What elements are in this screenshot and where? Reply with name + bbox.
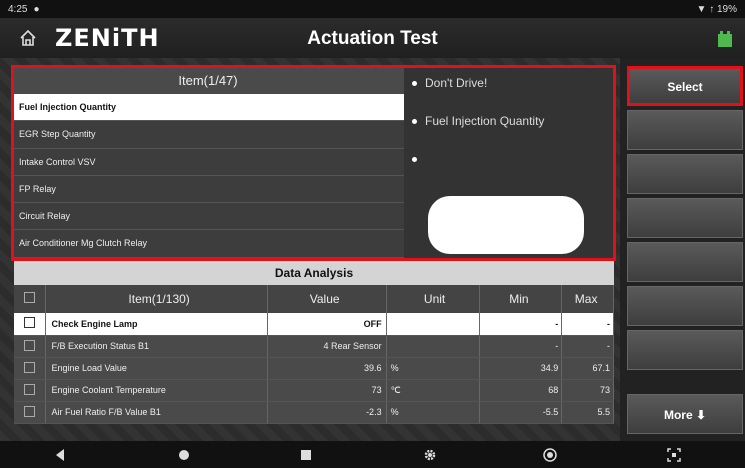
battery-status: ▼ ↑ 19% — [696, 3, 737, 15]
table-row[interactable]: Engine Load Value 39.6 % 34.9 67.1 — [14, 357, 614, 380]
select-button[interactable]: Select — [627, 66, 743, 106]
row-max: 67.1 — [561, 357, 614, 380]
app-header: ZENiTH Actuation Test — [0, 18, 745, 58]
home-nav-icon[interactable] — [176, 447, 192, 463]
row-max: - — [561, 335, 614, 358]
vehicle-battery-icon — [718, 31, 732, 47]
status-time: 4:25 — [8, 3, 28, 15]
recent-apps-icon[interactable] — [298, 447, 314, 463]
row-max: 73 — [561, 379, 614, 402]
screenshot-icon[interactable] — [666, 447, 682, 463]
vci-icon[interactable] — [542, 447, 558, 463]
row-unit — [386, 335, 480, 358]
row-min: - — [479, 335, 563, 358]
row-unit — [386, 313, 480, 336]
row-checkbox[interactable] — [23, 361, 35, 373]
side-button-7[interactable] — [627, 330, 743, 370]
row-max: - — [561, 313, 614, 336]
select-all-checkbox[interactable] — [14, 285, 46, 313]
row-item: Engine Coolant Temperature — [45, 379, 268, 402]
row-value: 39.6 — [267, 357, 387, 380]
table-row[interactable]: Engine Coolant Temperature 73 ℃ 68 73 — [14, 379, 614, 402]
row-item: Air Fuel Ratio F/B Value B1 — [45, 401, 268, 424]
column-header-value: Value — [267, 285, 387, 313]
row-item: Check Engine Lamp — [45, 313, 268, 336]
side-button-panel: F1 Select More ⬇ — [620, 58, 745, 441]
page-title: Actuation Test — [307, 28, 438, 49]
more-button[interactable]: More ⬇ — [627, 394, 743, 434]
row-unit: % — [386, 357, 480, 380]
side-button-4[interactable] — [627, 198, 743, 238]
side-button-3[interactable] — [627, 154, 743, 194]
data-analysis-title: Data Analysis — [14, 261, 614, 285]
row-min: - — [479, 313, 563, 336]
location-icon: ● — [33, 3, 40, 15]
row-item: Engine Load Value — [45, 357, 268, 380]
column-header-max: Max — [561, 285, 614, 313]
row-value: 73 — [267, 379, 387, 402]
column-header-item: Item(1/130) — [45, 285, 268, 313]
row-item: F/B Execution Status B1 — [45, 335, 268, 358]
row-checkbox[interactable] — [23, 317, 35, 329]
row-min: 68 — [479, 379, 563, 402]
back-icon[interactable] — [52, 447, 68, 463]
settings-icon[interactable] — [422, 447, 438, 463]
highlight-frame — [11, 65, 616, 261]
side-button-6[interactable] — [627, 286, 743, 326]
navigation-bar — [0, 441, 745, 468]
table-header-row: Item(1/130) Value Unit Min Max — [14, 285, 614, 313]
row-value: -2.3 — [267, 401, 387, 424]
row-checkbox[interactable] — [23, 383, 35, 395]
row-unit: % — [386, 401, 480, 424]
table-row[interactable]: Check Engine Lamp OFF - - — [14, 313, 614, 336]
row-min: 34.9 — [479, 357, 563, 380]
column-header-unit: Unit — [386, 285, 480, 313]
row-max: 5.5 — [561, 401, 614, 424]
side-button-5[interactable] — [627, 242, 743, 282]
row-min: -5.5 — [479, 401, 563, 424]
column-header-min: Min — [479, 285, 563, 313]
row-unit: ℃ — [386, 379, 480, 402]
row-checkbox[interactable] — [23, 405, 35, 417]
side-button-2[interactable] — [627, 110, 743, 150]
main-area: Item(1/47) Fuel Injection Quantity EGR S… — [0, 58, 620, 441]
table-row[interactable]: F/B Execution Status B1 4 Rear Sensor - … — [14, 335, 614, 358]
row-checkbox[interactable] — [23, 339, 35, 351]
row-value: 4 Rear Sensor — [267, 335, 387, 358]
status-bar: 4:25 ● ▼ ↑ 19% — [0, 0, 745, 18]
table-row[interactable]: Air Fuel Ratio F/B Value B1 -2.3 % -5.5 … — [14, 401, 614, 424]
data-analysis-table: Item(1/130) Value Unit Min Max Check Eng… — [14, 285, 614, 424]
row-value: OFF — [267, 313, 387, 336]
